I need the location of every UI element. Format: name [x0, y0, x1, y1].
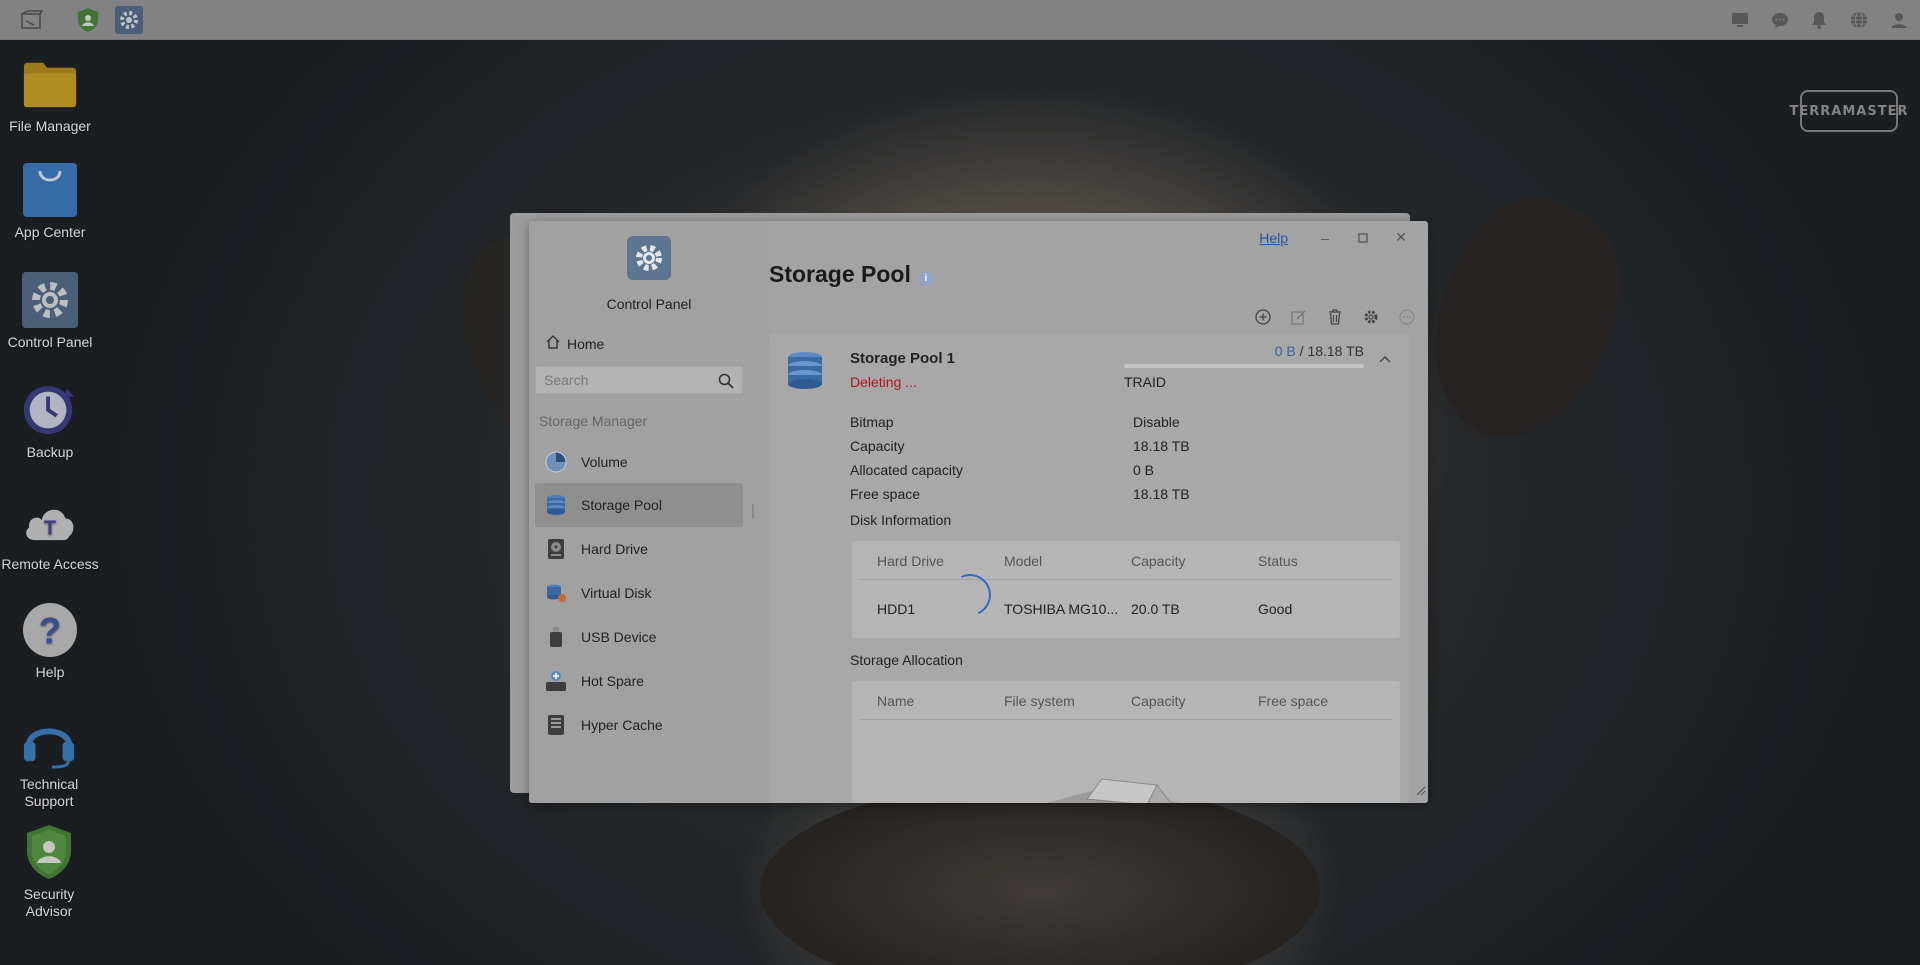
storage-pool-card: Storage Pool 1 Deleting ... 0 B / 18.18 …	[769, 334, 1409, 803]
column-header: Capacity	[1131, 693, 1186, 709]
sidebar-item-storage-pool[interactable]: Storage Pool	[535, 483, 743, 527]
sidebar-home-link[interactable]: Home	[545, 334, 604, 353]
property-row-capacity: Capacity 18.18 TB	[850, 438, 1370, 458]
property-value: Disable	[1133, 414, 1180, 430]
cache-icon	[545, 714, 567, 736]
pool-usage-text: 0 B / 18.18 TB	[1275, 343, 1364, 359]
chevron-up-icon[interactable]	[1379, 350, 1391, 368]
column-header: Hard Drive	[877, 553, 944, 569]
sidebar-item-label: Hard Drive	[581, 541, 648, 557]
table-cell: HDD1	[877, 601, 916, 617]
pool-usage-bar	[1124, 364, 1364, 368]
database-icon	[785, 351, 825, 396]
search-input[interactable]	[536, 367, 711, 393]
edit-icon[interactable]	[1288, 306, 1310, 328]
column-header: Status	[1258, 553, 1298, 569]
table-cell: 20.0 TB	[1131, 601, 1180, 617]
hot-spare-icon	[545, 670, 567, 692]
page-title-text: Storage Pool	[769, 261, 911, 287]
table-cell: TOSHIBA MG10...	[1004, 601, 1119, 617]
page-title: Storage Pool i	[769, 261, 933, 288]
sidebar-title: Control Panel	[606, 296, 692, 312]
storage-allocation-heading: Storage Allocation	[850, 652, 963, 668]
delete-icon[interactable]	[1324, 306, 1346, 328]
pool-usage-separator: /	[1299, 343, 1304, 359]
database-icon	[545, 494, 567, 516]
property-value: 18.18 TB	[1133, 438, 1190, 454]
sidebar-item-usb-device[interactable]: USB Device	[535, 615, 743, 659]
table-divider	[860, 579, 1392, 580]
home-label: Home	[567, 335, 605, 352]
toolbar	[1252, 306, 1418, 328]
sidebar-item-volume[interactable]: Volume	[535, 440, 743, 484]
sidebar-section-heading: Storage Manager	[539, 413, 648, 429]
sidebar-item-label: Storage Pool	[581, 497, 662, 513]
property-key: Capacity	[850, 438, 905, 454]
home-icon	[545, 334, 561, 353]
disk-information-table: Hard Drive Model Capacity Status HDD1 TO…	[852, 541, 1400, 638]
search-icon[interactable]	[718, 373, 734, 394]
storage-allocation-table: Name File system Capacity Free space	[852, 681, 1400, 803]
column-header: Model	[1004, 553, 1043, 569]
property-row-bitmap: Bitmap Disable	[850, 414, 1370, 434]
search-box	[535, 366, 743, 394]
property-row-allocated-capacity: Allocated capacity 0 B	[850, 462, 1370, 482]
property-value: 18.18 TB	[1133, 486, 1190, 502]
pool-used: 0 B	[1274, 343, 1296, 359]
pool-name: Storage Pool 1	[850, 350, 956, 367]
property-value: 0 B	[1133, 462, 1155, 478]
pool-raid-type: TRAID	[1124, 374, 1166, 390]
info-icon[interactable]: i	[918, 271, 933, 286]
sidebar-item-label: Volume	[581, 454, 628, 470]
hard-drive-icon	[545, 538, 567, 560]
virtual-disk-icon	[545, 582, 567, 604]
sidebar-resize-handle[interactable]	[752, 504, 754, 518]
column-header: File system	[1004, 693, 1075, 709]
column-header: Free space	[1258, 693, 1329, 709]
main-content: Storage Pool i Storage Pool 1 Deleting .…	[769, 221, 1428, 803]
usb-icon	[545, 626, 567, 648]
column-header: Name	[877, 693, 915, 709]
sidebar-header: Control Panel	[529, 236, 769, 312]
sidebar-item-hard-drive[interactable]: Hard Drive	[535, 527, 743, 571]
sidebar-item-label: Hyper Cache	[581, 717, 663, 733]
property-row-free-space: Free space 18.18 TB	[850, 486, 1370, 506]
control-panel-window: Help – ✕ Control Panel Home Storage Mana	[529, 221, 1428, 803]
sidebar-item-label: USB Device	[581, 629, 657, 645]
settings-icon[interactable]	[1360, 306, 1382, 328]
sidebar-item-label: Virtual Disk	[581, 585, 652, 601]
pool-total: 18.18 TB	[1307, 343, 1364, 359]
pool-status: Deleting ...	[850, 374, 917, 390]
table-divider	[860, 719, 1392, 720]
sidebar-item-hot-spare[interactable]: Hot Spare	[535, 659, 743, 703]
property-key: Bitmap	[850, 414, 894, 430]
empty-box-icon	[1017, 759, 1217, 803]
pie-icon	[545, 451, 567, 473]
more-icon[interactable]	[1396, 306, 1418, 328]
resize-grip-icon[interactable]	[1414, 783, 1426, 801]
property-key: Allocated capacity	[850, 462, 963, 478]
add-icon[interactable]	[1252, 306, 1274, 328]
table-cell: Good	[1258, 601, 1293, 617]
sidebar-item-virtual-disk[interactable]: Virtual Disk	[535, 571, 743, 615]
disk-information-heading: Disk Information	[850, 512, 952, 528]
sidebar: Control Panel Home Storage Manager Volum…	[529, 221, 769, 803]
sidebar-item-hyper-cache[interactable]: Hyper Cache	[535, 703, 743, 747]
gear-icon	[627, 236, 671, 280]
column-header: Capacity	[1131, 553, 1186, 569]
property-key: Free space	[850, 486, 921, 502]
sidebar-item-label: Hot Spare	[581, 673, 645, 689]
